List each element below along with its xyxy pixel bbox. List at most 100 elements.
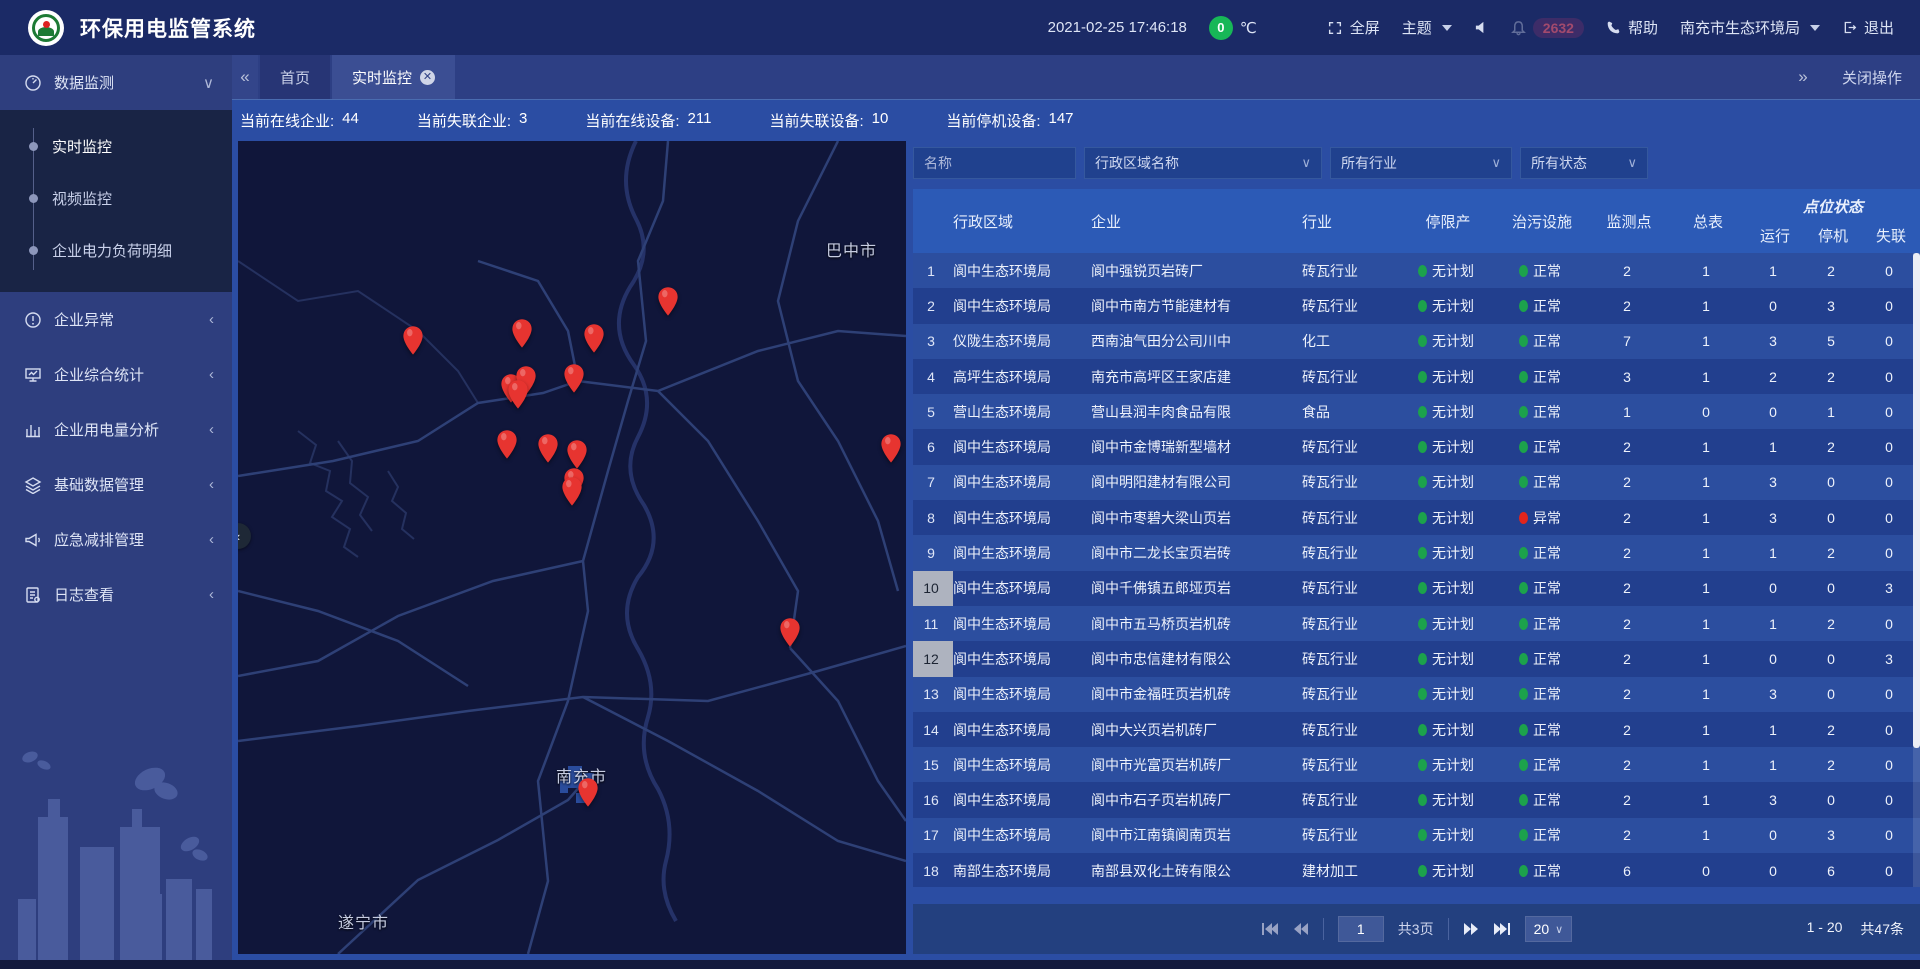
first-page-button[interactable]	[1261, 922, 1279, 936]
table-row[interactable]: 15阆中生态环境局阆中市光富页岩机砖厂砖瓦行业无计划正常21120	[913, 747, 1920, 782]
cell-company: 南部县双化土砖有限公	[1077, 861, 1302, 881]
cell-region: 阆中生态环境局	[953, 472, 1077, 492]
sidebar-subitem-视频监控[interactable]: 视频监控	[0, 172, 232, 224]
theme-menu-button[interactable]: 主题	[1402, 17, 1452, 38]
table-row[interactable]: 18南部生态环境局南部县双化土砖有限公建材加工无计划正常60060	[913, 853, 1920, 887]
table-row[interactable]: 9阆中生态环境局阆中市二龙长宝页岩砖砖瓦行业无计划正常21120	[913, 535, 1920, 570]
map-pin[interactable]	[561, 476, 583, 507]
stat-label: 当前失联设备:	[769, 110, 863, 131]
table-scrollbar[interactable]	[1913, 253, 1920, 887]
map-pin[interactable]	[577, 777, 599, 808]
chevron-down-icon: ∨	[1467, 155, 1501, 171]
row-index: 15	[913, 757, 953, 773]
industry-select[interactable]: 所有行业∨	[1330, 147, 1512, 179]
map-pin[interactable]	[402, 325, 424, 356]
map-pin[interactable]	[583, 323, 605, 354]
stop-status-label: 无计划	[1432, 578, 1474, 598]
status-select[interactable]: 所有状态∨	[1520, 147, 1648, 179]
name-search-input[interactable]	[913, 147, 1076, 179]
map-pin[interactable]	[563, 363, 585, 394]
help-button[interactable]: 帮助	[1606, 17, 1658, 38]
fullscreen-button[interactable]: 全屏	[1327, 17, 1380, 38]
enterprise-table: 行政区域 企业 行业 停限产 治污设施 监测点 总表 点位状态 运行 停机	[913, 189, 1920, 904]
prev-page-button[interactable]	[1293, 922, 1309, 936]
org-menu-button[interactable]: 南充市生态环境局	[1680, 17, 1820, 38]
cell-lost: 0	[1862, 757, 1920, 773]
stat-value: 10	[872, 110, 889, 131]
logout-button[interactable]: 退出	[1842, 17, 1894, 38]
table-row[interactable]: 11阆中生态环境局阆中市五马桥页岩机砖砖瓦行业无计划正常21120	[913, 606, 1920, 641]
mute-button[interactable]	[1474, 20, 1489, 35]
cell-run: 2	[1746, 369, 1804, 385]
cell-total: 1	[1670, 333, 1746, 349]
table-row[interactable]: 12阆中生态环境局阆中市忠信建材有限公砖瓦行业无计划正常21003	[913, 641, 1920, 676]
sidebar-subitem-实时监控[interactable]: 实时监控	[0, 120, 232, 172]
stat-item: 当前失联企业:3	[417, 110, 528, 131]
sidebar-item-日志查看[interactable]: 日志查看‹	[0, 567, 232, 622]
sidebar-item-企业综合统计[interactable]: 企业综合统计‹	[0, 347, 232, 402]
table-row[interactable]: 10阆中生态环境局阆中千佛镇五郎垭页岩砖瓦行业无计划正常21003	[913, 571, 1920, 606]
page-size-select[interactable]: 20∨	[1525, 916, 1573, 942]
map-pin[interactable]	[657, 286, 679, 317]
facility-status-label: 正常	[1533, 614, 1561, 634]
cell-stop-status: 无计划	[1400, 437, 1496, 457]
status-dot-icon	[1418, 794, 1427, 806]
sidebar-item-企业异常[interactable]: 企业异常‹	[0, 292, 232, 347]
col-lost: 失联	[1862, 225, 1920, 246]
map-pin[interactable]	[537, 433, 559, 464]
map-pin[interactable]	[511, 318, 533, 349]
stop-status-label: 无计划	[1432, 825, 1474, 845]
notification-widget[interactable]: 2632	[1511, 18, 1584, 38]
table-row[interactable]: 2阆中生态环境局阆中市南方节能建材有砖瓦行业无计划正常21030	[913, 288, 1920, 323]
table-row[interactable]: 8阆中生态环境局阆中市枣碧大梁山页岩砖瓦行业无计划异常21300	[913, 500, 1920, 535]
sidebar-item-数据监测[interactable]: 数据监测∨	[0, 55, 232, 110]
facility-status-label: 正常	[1533, 684, 1561, 704]
region-select[interactable]: 行政区域名称∨	[1084, 147, 1322, 179]
map-canvas[interactable]: 巴中市南充市遂宁市 ‹	[238, 141, 906, 954]
map-pin[interactable]	[507, 379, 529, 410]
cell-monitor: 2	[1588, 545, 1670, 561]
table-row[interactable]: 16阆中生态环境局阆中市石子页岩机砖厂砖瓦行业无计划正常21300	[913, 782, 1920, 817]
table-row[interactable]: 4高坪生态环境局南充市高坪区王家店建砖瓦行业无计划正常31220	[913, 359, 1920, 394]
stop-status-label: 无计划	[1432, 790, 1474, 810]
map-pin[interactable]	[496, 429, 518, 460]
next-page-button[interactable]	[1463, 922, 1479, 936]
table-row[interactable]: 1阆中生态环境局阆中强锐页岩砖厂砖瓦行业无计划正常21120	[913, 253, 1920, 288]
row-index: 6	[913, 439, 953, 455]
tabs-scroll-right-button[interactable]: »	[1790, 67, 1816, 87]
stat-item: 当前停机设备:147	[946, 110, 1073, 131]
cell-monitor: 2	[1588, 298, 1670, 314]
map-pin[interactable]	[566, 439, 588, 470]
map-pin[interactable]	[779, 617, 801, 648]
tab-首页[interactable]: 首页	[260, 55, 330, 99]
sidebar-item-企业用电量分析[interactable]: 企业用电量分析‹	[0, 402, 232, 457]
cell-lost: 0	[1862, 686, 1920, 702]
tabs-scroll-left-button[interactable]: «	[232, 55, 258, 99]
tab-实时监控[interactable]: 实时监控✕	[332, 55, 455, 99]
sidebar-item-应急减排管理[interactable]: 应急减排管理‹	[0, 512, 232, 567]
cell-company: 营山县润丰肉食品有限	[1077, 402, 1302, 422]
cell-facility-status: 正常	[1496, 720, 1588, 740]
table-row[interactable]: 13阆中生态环境局阆中市金福旺页岩机砖砖瓦行业无计划正常21300	[913, 677, 1920, 712]
facility-status-label: 正常	[1533, 755, 1561, 775]
page-number-input[interactable]	[1338, 916, 1384, 942]
cell-company: 阆中市金福旺页岩机砖	[1077, 684, 1302, 704]
sidebar-item-基础数据管理[interactable]: 基础数据管理‹	[0, 457, 232, 512]
cell-total: 1	[1670, 510, 1746, 526]
table-row[interactable]: 5营山生态环境局营山县润丰肉食品有限食品无计划正常10010	[913, 394, 1920, 429]
cell-total: 1	[1670, 757, 1746, 773]
tab-close-icon[interactable]: ✕	[420, 70, 435, 85]
gauge-icon	[24, 74, 42, 92]
sidebar-subitem-企业电力负荷明细[interactable]: 企业电力负荷明细	[0, 224, 232, 276]
map-pin[interactable]	[880, 433, 902, 464]
table-row[interactable]: 14阆中生态环境局阆中大兴页岩机砖厂砖瓦行业无计划正常21120	[913, 712, 1920, 747]
stat-item: 当前在线企业:44	[240, 110, 359, 131]
table-row[interactable]: 3仪陇生态环境局西南油气田分公司川中化工无计划正常71350	[913, 324, 1920, 359]
facility-status-label: 正常	[1533, 578, 1561, 598]
close-operations-button[interactable]: 关闭操作	[1842, 67, 1902, 88]
table-row[interactable]: 17阆中生态环境局阆中市江南镇阆南页岩砖瓦行业无计划正常21030	[913, 818, 1920, 853]
last-page-button[interactable]	[1493, 922, 1511, 936]
chevron-left-icon: ‹	[209, 586, 214, 603]
table-row[interactable]: 7阆中生态环境局阆中明阳建材有限公司砖瓦行业无计划正常21300	[913, 465, 1920, 500]
table-row[interactable]: 6阆中生态环境局阆中市金博瑞新型墙材砖瓦行业无计划正常21120	[913, 429, 1920, 464]
